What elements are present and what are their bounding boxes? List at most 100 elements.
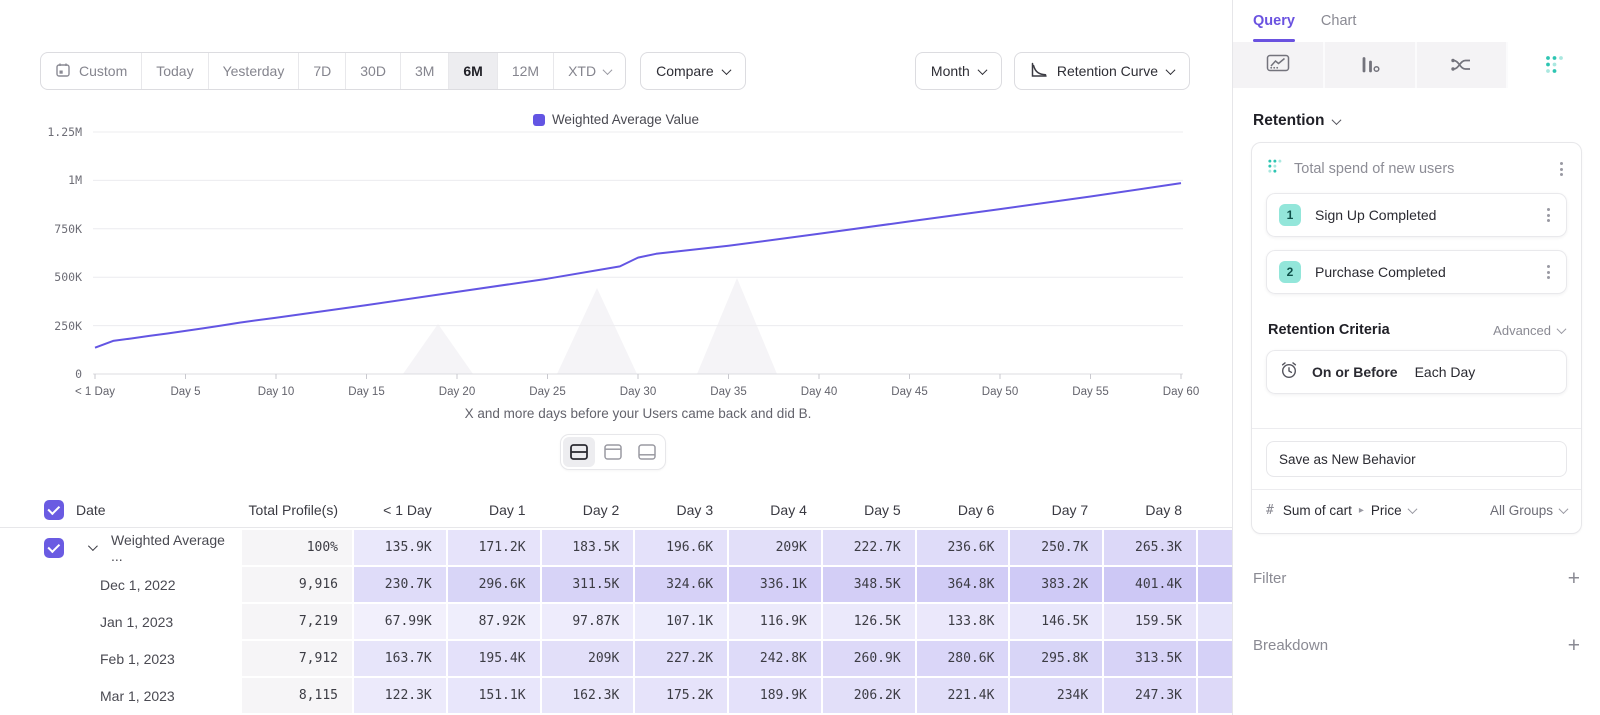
- retention-value-cell[interactable]: 336.1K: [729, 567, 821, 602]
- retention-value-cell[interactable]: 236.6K: [917, 530, 1009, 565]
- retention-value-cell[interactable]: 234K: [1010, 678, 1102, 713]
- retention-value-cell[interactable]: 162.3K: [542, 678, 634, 713]
- add-breakdown-button[interactable]: +: [1568, 638, 1580, 654]
- retention-section-dropdown[interactable]: Retention: [1253, 112, 1580, 130]
- behavior-step-card[interactable]: 1Sign Up Completed: [1266, 193, 1567, 237]
- groups-label: All Groups: [1490, 503, 1553, 518]
- tab-chart[interactable]: Chart: [1321, 0, 1356, 42]
- retention-value-cell[interactable]: 189.9K: [729, 678, 821, 713]
- retention-value-cell[interactable]: 135.9K: [354, 530, 446, 565]
- line-chart-canvas[interactable]: [93, 128, 1183, 382]
- retention-value-cell[interactable]: 206.2K: [823, 678, 915, 713]
- retention-value-cell[interactable]: 313.5K: [1104, 641, 1196, 676]
- retention-value-cell[interactable]: 222.7K: [823, 530, 915, 565]
- retention-value-cell-cut[interactable]: [1198, 567, 1232, 602]
- behavior-menu-button[interactable]: [1556, 158, 1567, 180]
- retention-value-cell[interactable]: 122.3K: [354, 678, 446, 713]
- day-column-header: Day 3: [635, 492, 727, 527]
- retention-value-cell[interactable]: 250.7K: [1010, 530, 1102, 565]
- groups-dropdown[interactable]: All Groups: [1490, 503, 1567, 518]
- retention-value-cell[interactable]: 230.7K: [354, 567, 446, 602]
- add-filter-button[interactable]: +: [1568, 571, 1580, 587]
- retention-value-cell[interactable]: 221.4K: [917, 678, 1009, 713]
- retention-value-cell-cut[interactable]: [1198, 641, 1232, 676]
- layout-table-only-button[interactable]: [631, 437, 663, 467]
- retention-value-cell[interactable]: 183.5K: [542, 530, 634, 565]
- retention-value-cell[interactable]: 107.1K: [635, 604, 727, 639]
- row-date-cell[interactable]: Dec 1, 2022: [0, 567, 240, 602]
- row-date-cell[interactable]: Mar 1, 2023: [0, 678, 240, 713]
- retention-value-cell[interactable]: 348.5K: [823, 567, 915, 602]
- layout-chart-only-button[interactable]: [597, 437, 629, 467]
- retention-value-cell-cut[interactable]: [1198, 530, 1232, 565]
- range-button-6m[interactable]: 6M: [449, 53, 497, 89]
- panel-tabs: Query Chart: [1233, 0, 1600, 42]
- range-button-yesterday[interactable]: Yesterday: [209, 53, 300, 89]
- retention-value-cell[interactable]: 364.8K: [917, 567, 1009, 602]
- retention-value-cell[interactable]: 195.4K: [448, 641, 540, 676]
- measure-property-dropdown[interactable]: Sum of cart ▸ Price: [1283, 503, 1416, 518]
- retention-value-cell[interactable]: 311.5K: [542, 567, 634, 602]
- retention-value-cell[interactable]: 324.6K: [635, 567, 727, 602]
- retention-value-cell[interactable]: 242.8K: [729, 641, 821, 676]
- retention-report-icon[interactable]: [1508, 42, 1600, 88]
- retention-value-cell[interactable]: 146.5K: [1010, 604, 1102, 639]
- retention-value-cell[interactable]: 209K: [542, 641, 634, 676]
- retention-value-cell[interactable]: 175.2K: [635, 678, 727, 713]
- compare-button[interactable]: Compare: [640, 52, 746, 90]
- retention-value-cell[interactable]: 383.2K: [1010, 567, 1102, 602]
- row-checkbox[interactable]: [44, 538, 64, 558]
- retention-value-cell[interactable]: 126.5K: [823, 604, 915, 639]
- insights-report-icon[interactable]: [1233, 42, 1325, 88]
- retention-value-cell[interactable]: 260.9K: [823, 641, 915, 676]
- row-date-cell[interactable]: Feb 1, 2023: [0, 641, 240, 676]
- legend-swatch: [533, 114, 545, 126]
- retention-value-cell-cut[interactable]: [1198, 604, 1232, 639]
- retention-value-cell[interactable]: 171.2K: [448, 530, 540, 565]
- behavior-step-card[interactable]: 2Purchase Completed: [1266, 250, 1567, 294]
- retention-value-cell[interactable]: 159.5K: [1104, 604, 1196, 639]
- step-menu-button[interactable]: [1543, 261, 1554, 283]
- expand-row-chevron-icon[interactable]: [88, 541, 98, 551]
- retention-value-cell[interactable]: 163.7K: [354, 641, 446, 676]
- criteria-condition-card[interactable]: On or Before Each Day: [1266, 350, 1567, 394]
- row-label: Mar 1, 2023: [100, 688, 175, 704]
- layout-split-view-button[interactable]: [563, 437, 595, 467]
- range-button-custom[interactable]: Custom: [41, 53, 142, 89]
- retention-value-cell[interactable]: 151.1K: [448, 678, 540, 713]
- retention-value-cell[interactable]: 265.3K: [1104, 530, 1196, 565]
- chart-legend[interactable]: Weighted Average Value: [0, 112, 1232, 127]
- range-button-3m[interactable]: 3M: [401, 53, 449, 89]
- retention-value-cell[interactable]: 280.6K: [917, 641, 1009, 676]
- retention-value-cell[interactable]: 196.6K: [635, 530, 727, 565]
- retention-value-cell[interactable]: 209K: [729, 530, 821, 565]
- funnels-report-icon[interactable]: [1325, 42, 1417, 88]
- chart-type-dropdown[interactable]: Retention Curve: [1014, 52, 1190, 90]
- retention-value-cell[interactable]: 97.87K: [542, 604, 634, 639]
- retention-value-cell[interactable]: 116.9K: [729, 604, 821, 639]
- criteria-mode-dropdown[interactable]: Advanced: [1493, 323, 1565, 338]
- range-button-xtd[interactable]: XTD: [554, 53, 625, 89]
- flows-report-icon[interactable]: [1417, 42, 1509, 88]
- retention-value-cell[interactable]: 295.8K: [1010, 641, 1102, 676]
- retention-value-cell[interactable]: 87.92K: [448, 604, 540, 639]
- select-all-checkbox[interactable]: [44, 500, 64, 520]
- retention-value-cell[interactable]: 401.4K: [1104, 567, 1196, 602]
- range-button-today[interactable]: Today: [142, 53, 208, 89]
- range-button-7d[interactable]: 7D: [299, 53, 346, 89]
- step-menu-button[interactable]: [1543, 204, 1554, 226]
- retention-value-cell[interactable]: 247.3K: [1104, 678, 1196, 713]
- granularity-dropdown[interactable]: Month: [915, 52, 1002, 90]
- row-date-cell[interactable]: Jan 1, 2023: [0, 604, 240, 639]
- range-button-30d[interactable]: 30D: [346, 53, 401, 89]
- retention-value-cell[interactable]: 67.99K: [354, 604, 446, 639]
- retention-value-cell-cut[interactable]: [1198, 678, 1232, 713]
- retention-value-cell[interactable]: 296.6K: [448, 567, 540, 602]
- row-date-cell[interactable]: Weighted Average ...: [0, 530, 240, 565]
- tab-query[interactable]: Query: [1253, 0, 1295, 42]
- save-as-new-behavior-button[interactable]: Save as New Behavior: [1266, 441, 1567, 477]
- retention-value-cell[interactable]: 227.2K: [635, 641, 727, 676]
- chevron-down-icon: [1332, 115, 1342, 125]
- retention-value-cell[interactable]: 133.8K: [917, 604, 1009, 639]
- range-button-12m[interactable]: 12M: [498, 53, 554, 89]
